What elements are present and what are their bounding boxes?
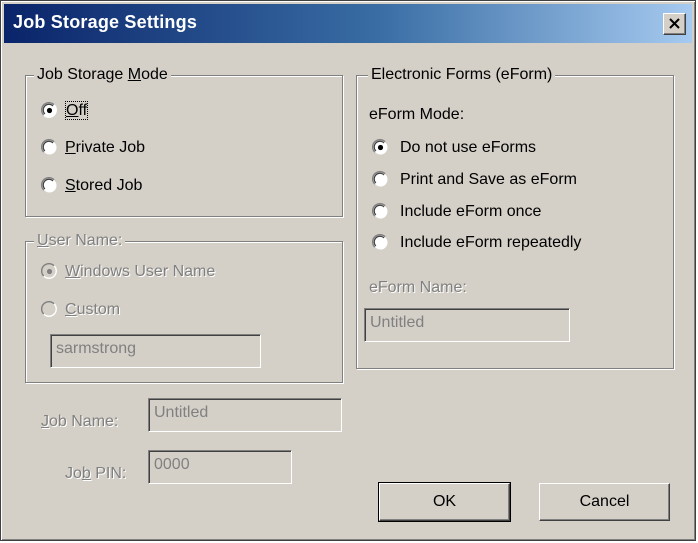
radio-windows-user-name-label: Windows User Name <box>65 263 216 280</box>
radio-unselected-disabled-icon <box>41 301 57 317</box>
eform-name-field[interactable]: Untitled <box>364 308 570 342</box>
close-x-icon <box>669 18 680 29</box>
radio-include-eform-repeatedly-label: Include eForm repeatedly <box>400 234 582 251</box>
radio-include-eform-once-label: Include eForm once <box>400 203 542 220</box>
job-pin-label: Job PIN: <box>65 465 127 482</box>
radio-print-and-save-eform-label: Print and Save as eForm <box>400 171 577 188</box>
eforms-legend: Electronic Forms (eForm) <box>368 65 556 85</box>
radio-selected-disabled-icon <box>41 263 57 279</box>
radio-do-not-use-eforms-label: Do not use eForms <box>400 139 537 156</box>
radio-unselected-icon <box>41 139 57 155</box>
radio-stored-job-label: Stored Job <box>65 177 143 194</box>
job-name-label: Job Name: <box>41 413 119 430</box>
radio-private-job-label: Private Job <box>65 139 146 156</box>
radio-unselected-icon <box>372 203 388 219</box>
eform-mode-label: eForm Mode: <box>369 106 465 123</box>
radio-custom-label: Custom <box>65 301 121 318</box>
custom-user-name-field[interactable]: sarmstrong <box>50 334 261 368</box>
radio-off-label: Off <box>64 101 89 120</box>
close-button[interactable] <box>663 13 686 35</box>
radio-unselected-icon <box>372 234 388 250</box>
window-title: Job Storage Settings <box>13 12 198 32</box>
job-pin-field[interactable]: 0000 <box>148 450 292 484</box>
radio-selected-icon <box>372 139 388 155</box>
cancel-button[interactable]: Cancel <box>539 483 670 521</box>
job-storage-mode-legend: Job Storage Mode <box>34 65 171 85</box>
user-name-legend: User Name: <box>34 231 126 251</box>
radio-unselected-icon <box>372 171 388 187</box>
dialog-window: Job Storage Settings Job Storage Mode Of… <box>0 0 696 541</box>
ok-button[interactable]: OK <box>378 482 511 522</box>
eform-name-label: eForm Name: <box>369 279 467 296</box>
title-bar[interactable]: Job Storage Settings <box>4 4 692 43</box>
job-name-field[interactable]: Untitled <box>148 398 342 432</box>
radio-selected-icon <box>41 102 57 118</box>
radio-unselected-icon <box>41 177 57 193</box>
